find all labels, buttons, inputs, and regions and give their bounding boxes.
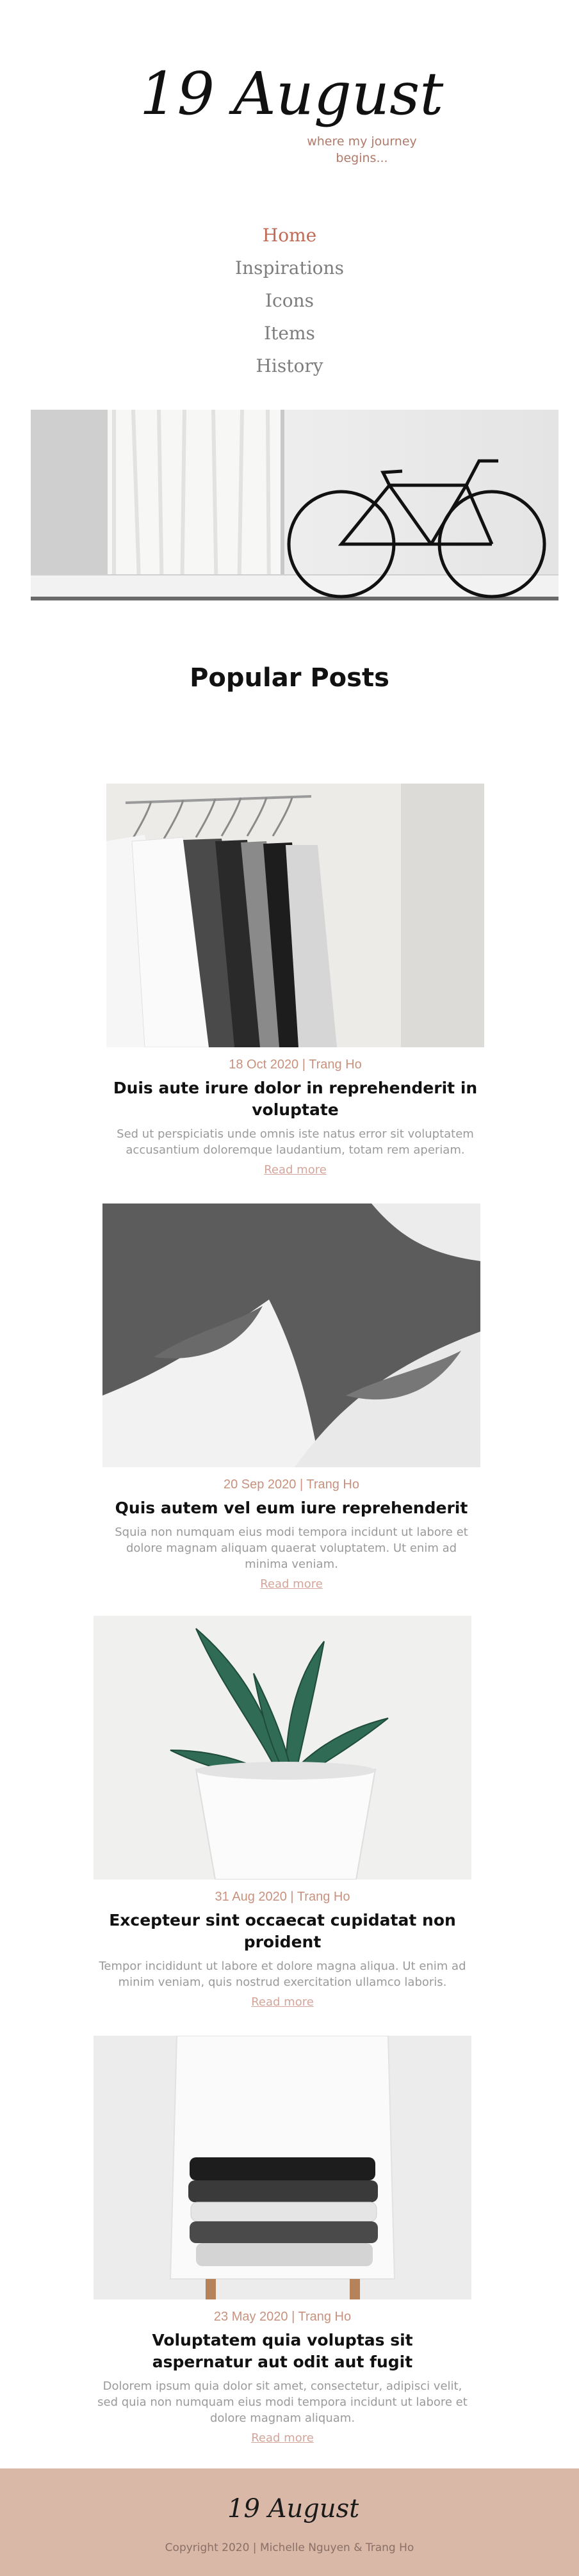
post-excerpt: Tempor incididunt ut labore et dolore ma… bbox=[99, 1960, 466, 1989]
section-title: Popular Posts bbox=[190, 663, 389, 693]
post-excerpt: Dolorem ipsum quia dolor sit amet, conse… bbox=[97, 2379, 468, 2425]
hero-image-bicycle bbox=[31, 410, 559, 600]
copyright-text: Copyright 2020 | Michelle Nguyen & Trang… bbox=[165, 2541, 414, 2554]
post-title[interactable]: Quis autem vel eum iure reprehenderit bbox=[102, 1497, 480, 1519]
post-image-hangers[interactable] bbox=[106, 784, 484, 1047]
site-footer: 19 August Copyright 2020 | Michelle Nguy… bbox=[0, 2468, 579, 2576]
post-meta: 18 Oct 2020 | Trang Ho bbox=[229, 1058, 362, 1072]
post-card: 18 Oct 2020 | Trang Ho Duis aute irure d… bbox=[106, 784, 484, 1177]
post-card: 31 Aug 2020 | Trang Ho Excepteur sint oc… bbox=[94, 1616, 471, 2009]
read-more-link[interactable]: Read more bbox=[94, 1995, 471, 2009]
footer-logo[interactable]: 19 August bbox=[224, 2485, 359, 2530]
post-card: 20 Sep 2020 | Trang Ho Quis autem vel eu… bbox=[102, 1203, 480, 1591]
post-excerpt: Squia non numquam eius modi tempora inci… bbox=[115, 1525, 468, 1571]
post-image-plant[interactable] bbox=[94, 1616, 471, 1880]
main-nav: Home Inspirations Icons Items History bbox=[0, 223, 579, 386]
site-logo[interactable]: 19 August where my journey begins... bbox=[140, 50, 447, 172]
read-more-link[interactable]: Read more bbox=[106, 1163, 484, 1177]
post-meta: 20 Sep 2020 | Trang Ho bbox=[223, 1477, 359, 1492]
post-image-shadows[interactable] bbox=[102, 1203, 480, 1467]
tagline-line-1: where my journey bbox=[307, 134, 417, 149]
post-meta: 31 Aug 2020 | Trang Ho bbox=[215, 1890, 350, 1904]
tagline: where my journey begins... bbox=[301, 133, 423, 166]
post-image-folded-clothes[interactable] bbox=[94, 2036, 471, 2299]
post-title[interactable]: Voluptatem quia voluptas sit aspernatur … bbox=[94, 2330, 471, 2373]
post-excerpt: Sed ut perspiciatis unde omnis iste natu… bbox=[117, 1127, 474, 1157]
post-title[interactable]: Duis aute irure dolor in reprehenderit i… bbox=[106, 1077, 484, 1121]
nav-item-items[interactable]: Items bbox=[0, 321, 579, 353]
footer-logo-text: 19 August bbox=[227, 2494, 359, 2524]
nav-item-home[interactable]: Home bbox=[0, 223, 579, 255]
nav-item-history[interactable]: History bbox=[0, 353, 579, 386]
read-more-link[interactable]: Read more bbox=[94, 2431, 471, 2445]
nav-item-inspirations[interactable]: Inspirations bbox=[0, 255, 579, 288]
post-meta: 23 May 2020 | Trang Ho bbox=[213, 2310, 352, 2324]
post-card: 23 May 2020 | Trang Ho Voluptatem quia v… bbox=[94, 2036, 471, 2445]
tagline-line-2: begins... bbox=[336, 151, 388, 165]
read-more-link[interactable]: Read more bbox=[102, 1577, 480, 1591]
site-header: 19 August where my journey begins... Hom… bbox=[0, 0, 579, 410]
nav-item-icons[interactable]: Icons bbox=[0, 288, 579, 321]
logo-text: 19 August bbox=[140, 60, 444, 128]
post-title[interactable]: Excepteur sint occaecat cupidatat non pr… bbox=[94, 1910, 471, 1953]
